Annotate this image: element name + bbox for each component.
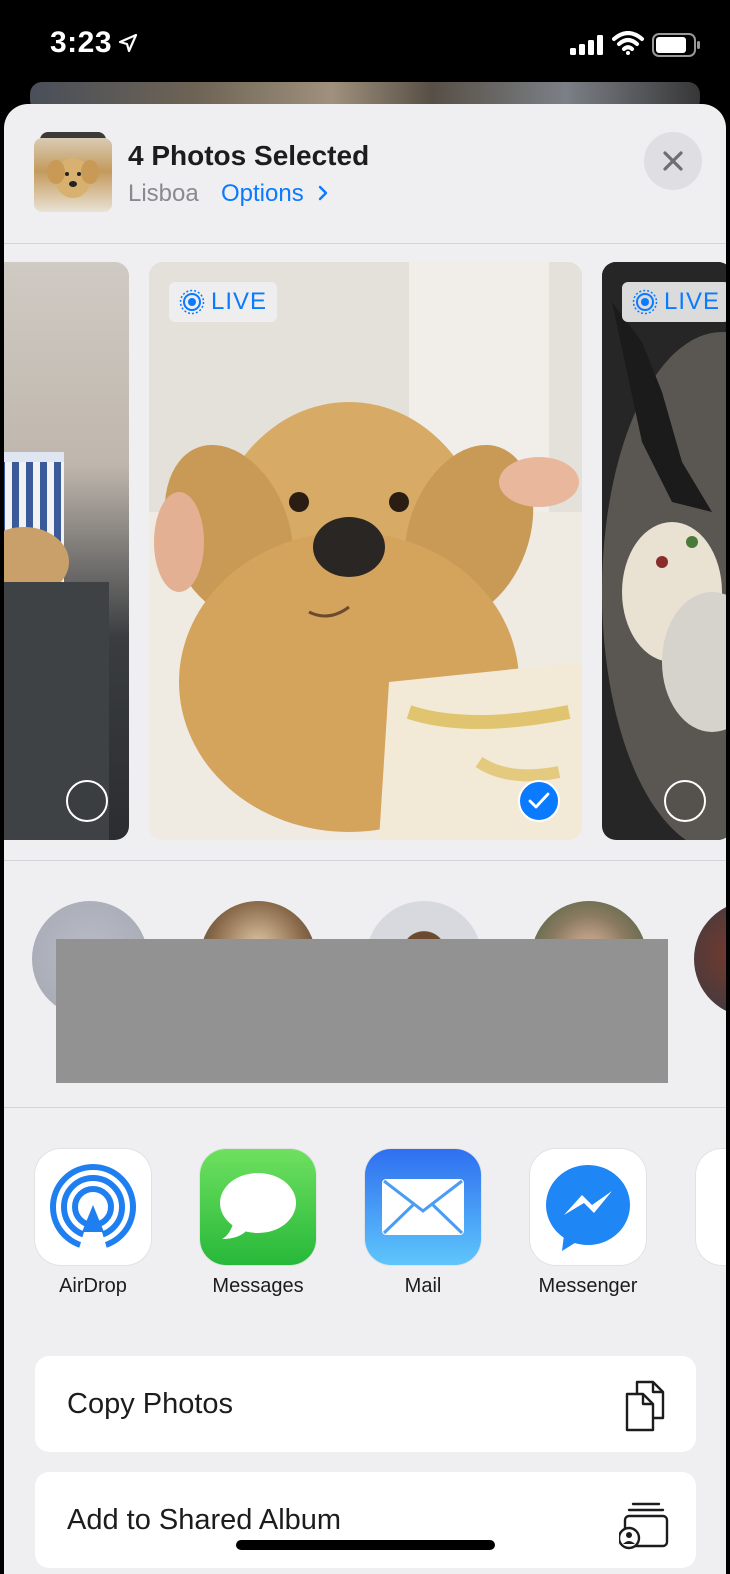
share-sheet: 4 Photos Selected Lisboa Options LIVE LI… xyxy=(4,104,726,1574)
select-circle[interactable] xyxy=(66,780,108,822)
redacted-area xyxy=(56,939,668,1083)
person-avatar[interactable] xyxy=(694,901,726,1017)
mail-icon xyxy=(365,1149,481,1265)
add-to-shared-album-action[interactable]: Add to Shared Album xyxy=(35,1472,696,1568)
messenger-icon xyxy=(530,1149,646,1265)
photo-right-art xyxy=(602,262,726,840)
app-label: AirDrop xyxy=(59,1275,127,1297)
options-link[interactable]: Options xyxy=(221,180,330,208)
airdrop-glyph xyxy=(50,1164,136,1252)
action-label: Add to Shared Album xyxy=(67,1504,342,1536)
shared-album-icon xyxy=(619,1502,669,1550)
location-label: Lisboa xyxy=(128,180,199,207)
app-mail[interactable]: Mail xyxy=(348,1149,498,1298)
mail-glyph xyxy=(382,1179,464,1235)
close-button[interactable] xyxy=(644,132,702,190)
home-indicator[interactable] xyxy=(236,1540,495,1550)
live-label: LIVE xyxy=(211,288,268,315)
airdrop-icon xyxy=(35,1149,151,1265)
people-divider xyxy=(4,1107,726,1108)
selection-thumbnail xyxy=(34,132,112,212)
app-messages[interactable]: Messages xyxy=(183,1149,333,1298)
live-label: LIVE xyxy=(664,288,721,315)
share-apps-row: AirDrop Messages Mail Messenger xyxy=(4,1149,726,1319)
messenger-glyph xyxy=(546,1165,630,1251)
checkmark-icon xyxy=(528,792,550,809)
dog-thumbnail-art xyxy=(47,158,99,198)
thumbnail-dog-photo xyxy=(34,138,112,212)
app-label: Mail xyxy=(404,1275,442,1297)
app-label: Messenger xyxy=(538,1275,638,1297)
battery-icon xyxy=(652,33,700,57)
copy-photos-action[interactable]: Copy Photos xyxy=(35,1356,696,1452)
live-badge: LIVE xyxy=(169,282,278,322)
share-header: 4 Photos Selected Lisboa Options xyxy=(4,104,726,244)
app-messenger[interactable]: Messenger xyxy=(513,1149,663,1298)
dog-photo-art xyxy=(149,262,582,840)
gmail-glyph xyxy=(724,1177,726,1237)
select-circle[interactable] xyxy=(664,780,706,822)
selected-checkmark[interactable] xyxy=(518,780,560,822)
app-gmail-partial[interactable] xyxy=(679,1149,726,1265)
live-photo-icon xyxy=(179,289,205,315)
chevron-right-icon xyxy=(319,185,328,201)
page-title: 4 Photos Selected xyxy=(128,140,370,171)
location-arrow-icon xyxy=(118,33,138,53)
options-label: Options xyxy=(221,180,304,207)
messages-glyph xyxy=(220,1173,296,1239)
live-badge: LIVE xyxy=(622,282,726,322)
status-time: 3:23 xyxy=(50,26,113,59)
action-label: Copy Photos xyxy=(67,1388,234,1420)
close-icon xyxy=(663,151,683,171)
wifi-icon xyxy=(612,31,644,55)
copy-icon xyxy=(625,1380,665,1432)
cellular-signal-icon xyxy=(570,35,603,55)
gmail-icon xyxy=(696,1149,726,1265)
header-divider xyxy=(4,243,726,244)
photo-card-right[interactable]: LIVE xyxy=(602,262,726,840)
photo-left-art xyxy=(4,452,109,840)
status-bar: 3:23 xyxy=(0,0,730,92)
app-airdrop[interactable]: AirDrop xyxy=(18,1149,168,1298)
photo-card-center[interactable]: LIVE xyxy=(149,262,582,840)
photo-card-left[interactable] xyxy=(4,262,129,840)
app-label: Messages xyxy=(212,1275,304,1297)
live-photo-icon xyxy=(632,289,658,315)
messages-icon xyxy=(200,1149,316,1265)
